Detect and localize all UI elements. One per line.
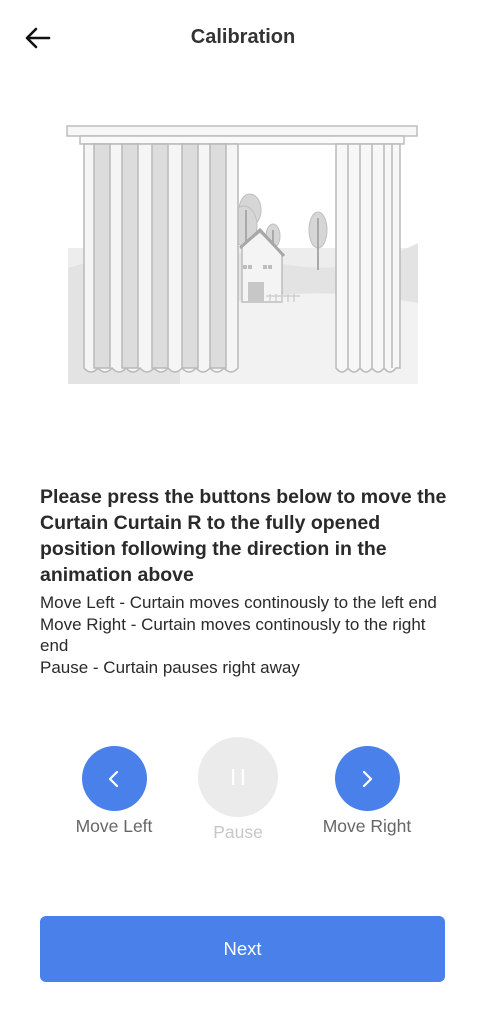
move-left-button[interactable] — [81, 746, 147, 811]
instruction-line: Move Left - Curtain moves continously to… — [40, 593, 437, 612]
pause-control: Pause — [188, 737, 288, 843]
instruction-heading: Please press the buttons below to move t… — [40, 486, 447, 586]
move-left-label: Move Left — [75, 816, 153, 836]
chevron-right-icon — [362, 770, 373, 787]
chevron-left-icon — [108, 770, 119, 787]
page-title: Calibration — [190, 26, 296, 48]
move-left-control: Move Left — [64, 746, 164, 837]
instruction-line: Move Right - Curtain moves continously t… — [40, 614, 426, 656]
next-button[interactable]: Next — [40, 916, 445, 982]
curtain-animation-illustration — [60, 118, 424, 388]
move-right-control: Move Right — [317, 746, 417, 837]
pause-icon — [232, 769, 244, 785]
instruction-line: Pause - Curtain pauses right away — [40, 657, 300, 677]
pause-label: Pause — [213, 822, 263, 842]
pause-button[interactable] — [198, 737, 278, 817]
instructions: Please press the buttons below to move t… — [40, 484, 448, 678]
header: Calibration — [0, 0, 486, 78]
move-right-button[interactable] — [334, 746, 400, 811]
move-right-label: Move Right — [322, 816, 412, 836]
